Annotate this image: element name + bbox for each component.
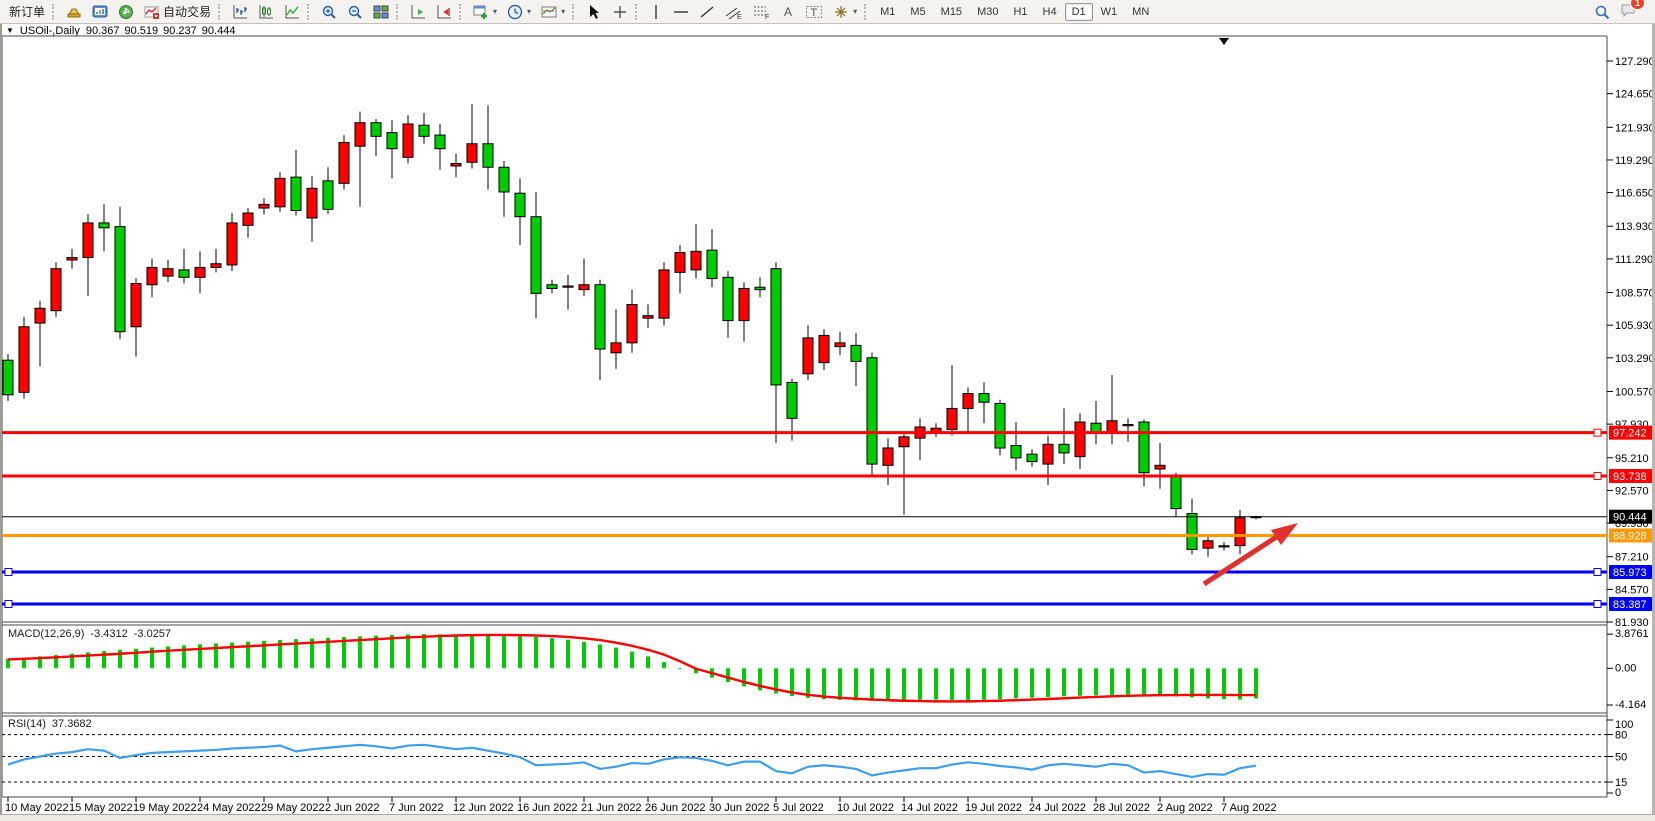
svg-text:124.650: 124.650 [1615, 89, 1655, 101]
svg-text:7 Aug 2022: 7 Aug 2022 [1221, 802, 1277, 814]
svg-text:10 May 2022: 10 May 2022 [5, 802, 69, 814]
window-border-left [0, 24, 2, 814]
svg-text:103.290: 103.290 [1615, 353, 1655, 365]
svg-text:105.930: 105.930 [1615, 320, 1655, 332]
panel-borders [1, 35, 1608, 798]
svg-text:26 Jun 2022: 26 Jun 2022 [645, 802, 706, 814]
svg-text:3.8761: 3.8761 [1615, 628, 1649, 640]
svg-text:84.570: 84.570 [1615, 584, 1649, 596]
trend-arrow[interactable] [1202, 523, 1298, 587]
svg-text:21 Jun 2022: 21 Jun 2022 [581, 802, 642, 814]
svg-text:12 Jun 2022: 12 Jun 2022 [453, 802, 514, 814]
svg-text:108.570: 108.570 [1615, 288, 1655, 300]
svg-text:29 May 2022: 29 May 2022 [261, 802, 325, 814]
svg-text:5 Jul 2022: 5 Jul 2022 [773, 802, 824, 814]
macd-axis: 3.8761 0.00 -4.164 [1607, 628, 1649, 711]
svg-text:85.973: 85.973 [1613, 567, 1647, 579]
svg-text:116.650: 116.650 [1615, 188, 1654, 200]
svg-text:119.290: 119.290 [1615, 155, 1654, 167]
svg-text:19 May 2022: 19 May 2022 [133, 802, 197, 814]
rsi-line [7, 743, 1257, 779]
svg-text:111.290: 111.290 [1615, 254, 1653, 266]
svg-text:127.290: 127.290 [1615, 56, 1655, 68]
svg-text:100.570: 100.570 [1615, 386, 1655, 398]
svg-text:93.738: 93.738 [1613, 471, 1647, 483]
line-handle[interactable] [1593, 428, 1602, 437]
svg-text:88.928: 88.928 [1613, 530, 1647, 542]
svg-text:90.444: 90.444 [1613, 512, 1647, 524]
svg-text:121.930: 121.930 [1615, 122, 1655, 134]
line-handle[interactable] [4, 568, 13, 577]
svg-text:24 Jul 2022: 24 Jul 2022 [1029, 802, 1086, 814]
svg-text:97.242: 97.242 [1613, 428, 1647, 440]
svg-text:19 Jul 2022: 19 Jul 2022 [965, 802, 1022, 814]
svg-text:80: 80 [1615, 730, 1627, 742]
time-axis: 10 May 2022 15 May 2022 19 May 2022 24 May … [5, 797, 1277, 814]
svg-text:95.210: 95.210 [1615, 453, 1649, 465]
svg-text:-4.164: -4.164 [1615, 699, 1646, 711]
svg-text:113.930: 113.930 [1615, 221, 1654, 233]
rsi-levels [2, 734, 1607, 783]
svg-text:30 Jun 2022: 30 Jun 2022 [709, 802, 770, 814]
svg-text:10 Jul 2022: 10 Jul 2022 [837, 802, 894, 814]
rsi-axis: 1008050150 [1607, 719, 1633, 799]
svg-text:2 Jun 2022: 2 Jun 2022 [325, 802, 379, 814]
svg-text:83.387: 83.387 [1613, 599, 1647, 611]
chart-shift-marker[interactable] [1219, 38, 1229, 45]
mt4-window: 新订单 自动交易 ▾ ▾ ▾ E F A T ▾ M1 M5 M15 M30 H… [0, 0, 1655, 821]
svg-text:50: 50 [1615, 752, 1627, 764]
svg-text:16 Jun 2022: 16 Jun 2022 [517, 802, 578, 814]
macd-histogram [6, 634, 1258, 701]
price-axis: 127.290 124.650 121.930 119.290 116.650 113.9… [1607, 56, 1655, 629]
hline-objects[interactable] [2, 428, 1607, 608]
svg-text:87.210: 87.210 [1615, 552, 1649, 564]
candles-series [2, 104, 1262, 557]
window-border-bottom [0, 814, 1655, 821]
svg-text:2 Aug 2022: 2 Aug 2022 [1157, 802, 1213, 814]
svg-text:0.00: 0.00 [1615, 662, 1636, 674]
line-handle[interactable] [1593, 599, 1602, 608]
svg-text:24 May 2022: 24 May 2022 [197, 802, 261, 814]
svg-text:0: 0 [1615, 787, 1621, 799]
line-handle[interactable] [1593, 471, 1602, 480]
svg-text:14 Jul 2022: 14 Jul 2022 [901, 802, 958, 814]
line-handle[interactable] [4, 599, 13, 608]
chart-canvas[interactable]: 127.290 124.650 121.930 119.290 116.650 113.9… [0, 0, 1655, 821]
svg-text:7 Jun 2022: 7 Jun 2022 [389, 802, 443, 814]
svg-text:28 Jul 2022: 28 Jul 2022 [1093, 802, 1150, 814]
svg-text:92.570: 92.570 [1615, 485, 1649, 497]
svg-text:15 May 2022: 15 May 2022 [69, 802, 133, 814]
line-handle[interactable] [1593, 568, 1602, 577]
